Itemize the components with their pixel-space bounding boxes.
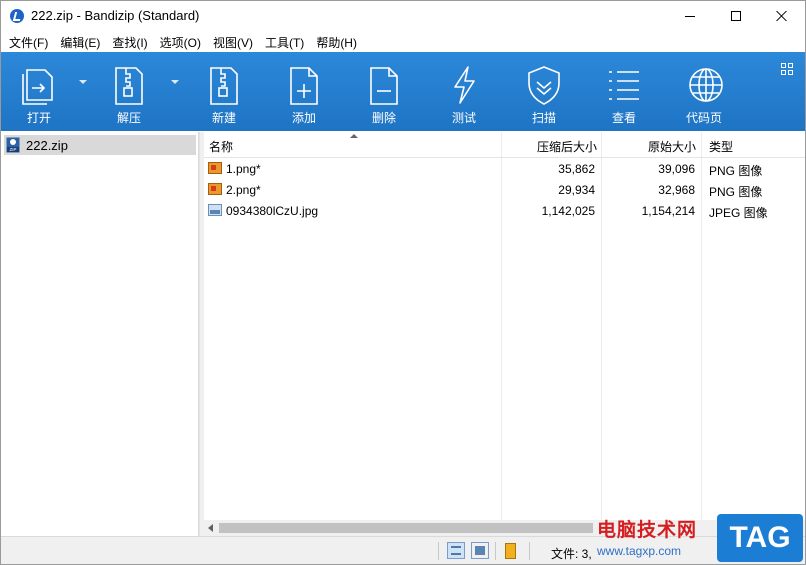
sort-ascending-icon (350, 134, 358, 139)
watermark-tag-logo: TAG (717, 514, 803, 562)
scrollbar-thumb[interactable] (219, 523, 593, 533)
column-header: 名称 压缩后大小 原始大小 类型 (204, 132, 805, 158)
file-count-status: 文件: 3, (551, 547, 592, 561)
archive-tree-panel: ZIP 222.zip (1, 132, 199, 536)
file-type: PNG 图像 (709, 164, 763, 178)
watermark-text: 电脑技术网 (597, 520, 698, 541)
column-name-header[interactable]: 名称 (209, 138, 233, 155)
view-list-icon (604, 64, 644, 106)
layout-grid-icon[interactable] (781, 63, 793, 75)
extract-dropdown-arrow[interactable] (171, 80, 179, 85)
new-archive-button-label: 新建 (211, 111, 236, 125)
new-archive-icon (204, 64, 244, 106)
file-name: 0934380lCzU.jpg (226, 204, 319, 218)
scan-button[interactable]: 扫描 (524, 52, 564, 131)
status-divider (438, 542, 439, 560)
add-file-icon (284, 64, 324, 106)
zip-archive-icon: ZIP (6, 137, 20, 153)
extract-button-label: 解压 (116, 111, 141, 125)
details-view-button[interactable] (447, 542, 465, 559)
tree-item-archive[interactable]: ZIP 222.zip (4, 135, 196, 155)
minimize-icon (685, 15, 695, 17)
close-button[interactable] (759, 1, 805, 31)
svg-text:ZIP: ZIP (9, 147, 16, 152)
new-archive-button[interactable]: 新建 (204, 52, 244, 131)
column-packed-header[interactable]: 压缩后大小 (537, 138, 597, 155)
add-button[interactable]: 添加 (284, 52, 324, 131)
bandizip-app-icon (10, 9, 24, 23)
codepage-globe-icon (686, 64, 726, 106)
delete-file-icon (364, 64, 404, 106)
horizontal-scrollbar[interactable] (204, 520, 805, 536)
archive-status-icon (505, 543, 516, 559)
file-packed-size: 1,142,025 (541, 204, 595, 218)
add-button-label: 添加 (291, 111, 316, 125)
file-original-size: 39,096 (658, 162, 695, 176)
open-archive-icon (19, 64, 59, 106)
thumbnail-view-icon (475, 546, 485, 555)
delete-button[interactable]: 删除 (364, 52, 404, 131)
view-button-label: 查看 (611, 111, 636, 125)
status-divider (495, 542, 496, 560)
jpg-file-icon (208, 204, 222, 216)
maximize-button[interactable] (713, 1, 759, 31)
watermark-url: www.tagxp.com (597, 544, 682, 558)
menu-view[interactable]: 视图(V) (207, 31, 259, 52)
file-type: PNG 图像 (709, 185, 763, 199)
file-packed-size: 35,862 (558, 162, 595, 176)
file-original-size: 32,968 (658, 183, 695, 197)
window-title: 222.zip - Bandizip (Standard) (31, 8, 200, 23)
codepage-button-label: 代码页 (685, 111, 722, 125)
tree-item-label: 222.zip (26, 137, 68, 153)
file-row[interactable]: 1.png* 35,862 39,096 PNG 图像 (204, 158, 805, 180)
test-lightning-icon (444, 64, 484, 106)
file-name: 2.png* (226, 183, 261, 197)
menu-find[interactable]: 查找(I) (106, 31, 153, 52)
file-type: JPEG 图像 (709, 206, 768, 220)
column-size-header[interactable]: 原始大小 (648, 138, 696, 155)
file-packed-size: 29,934 (558, 183, 595, 197)
extract-icon (109, 64, 149, 106)
png-file-icon (208, 183, 222, 195)
file-row[interactable]: 2.png* 29,934 32,968 PNG 图像 (204, 179, 805, 201)
thumbnail-view-button[interactable] (471, 542, 489, 559)
scan-shield-icon (524, 64, 564, 106)
status-divider (529, 542, 530, 560)
menu-bar: 文件(F) 编辑(E) 查找(I) 选项(O) 视图(V) 工具(T) 帮助(H… (1, 31, 805, 52)
open-button-label: 打开 (26, 111, 51, 125)
details-view-icon (451, 546, 461, 555)
open-dropdown-arrow[interactable] (79, 80, 87, 85)
bandizip-window: 222.zip - Bandizip (Standard) 文件(F) 编辑(E… (0, 0, 806, 565)
menu-help[interactable]: 帮助(H) (310, 31, 363, 52)
menu-tools[interactable]: 工具(T) (259, 31, 310, 52)
menu-options[interactable]: 选项(O) (154, 31, 207, 52)
file-list: 名称 压缩后大小 原始大小 类型 1.png* 35,862 39,096 PN… (204, 132, 805, 520)
file-row[interactable]: 0934380lCzU.jpg 1,142,025 1,154,214 JPEG… (204, 200, 805, 222)
test-button[interactable]: 测试 (444, 52, 484, 131)
open-button[interactable]: 打开 (19, 52, 59, 131)
view-button[interactable]: 查看 (604, 52, 644, 131)
file-name: 1.png* (226, 162, 261, 176)
minimize-button[interactable] (667, 1, 713, 31)
delete-button-label: 删除 (371, 111, 396, 125)
column-type-header[interactable]: 类型 (709, 138, 733, 155)
maximize-icon (731, 11, 741, 21)
menu-file[interactable]: 文件(F) (3, 31, 54, 52)
test-button-label: 测试 (451, 111, 476, 125)
scroll-left-icon[interactable] (208, 524, 214, 532)
file-original-size: 1,154,214 (641, 204, 695, 218)
menu-edit[interactable]: 编辑(E) (54, 31, 106, 52)
extract-button[interactable]: 解压 (109, 52, 149, 131)
scan-button-label: 扫描 (531, 111, 556, 125)
png-file-icon (208, 162, 222, 174)
toolbar: 打开 解压 新建 添加 删除 测试 扫描 查看 代码页 (1, 52, 805, 131)
close-icon (776, 10, 788, 22)
title-bar: 222.zip - Bandizip (Standard) (1, 1, 805, 31)
codepage-button[interactable]: 代码页 (681, 52, 727, 131)
